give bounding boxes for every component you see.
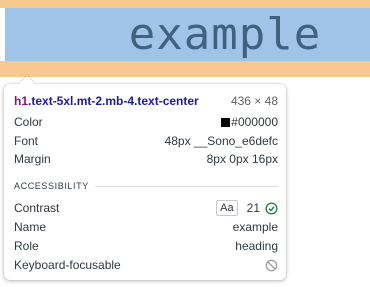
margin-highlight-top <box>0 0 370 8</box>
selector-classes: .text-5xl.mt-2.mb-4.text-center <box>28 94 199 108</box>
font-label: Font <box>14 134 39 148</box>
color-value: #000000 <box>231 115 278 129</box>
heading-element-text: example <box>128 9 322 60</box>
role-row: Role heading <box>14 238 278 254</box>
margin-value: 8px 0px 16px <box>206 152 278 166</box>
color-swatch <box>221 117 231 127</box>
tooltip-arrow <box>19 75 35 91</box>
element-dimensions: 436 × 48 <box>230 94 278 108</box>
selector-tag: h1 <box>14 94 29 108</box>
accessibility-title: ACCESSIBILITY <box>14 181 89 191</box>
margin-highlight-bottom <box>0 61 370 77</box>
margin-row: Margin 8px 0px 16px <box>14 151 278 167</box>
element-selector: h1.text-5xl.mt-2.mb-4.text-center <box>14 94 199 108</box>
contrast-value-group: Aa 21 <box>216 200 278 216</box>
keyboard-focusable-label: Keyboard-focusable <box>14 258 121 272</box>
margin-label: Margin <box>14 152 51 166</box>
font-value: 48px __Sono_e6defc <box>164 134 278 148</box>
contrast-row: Contrast Aa 21 <box>14 200 278 216</box>
name-row: Name example <box>14 219 278 235</box>
accessibility-section-header: ACCESSIBILITY <box>14 180 278 192</box>
color-value-group: #000000 <box>221 115 278 129</box>
not-allowed-icon <box>265 259 278 271</box>
contrast-label: Contrast <box>14 201 60 215</box>
inspect-tooltip: h1.text-5xl.mt-2.mb-4.text-center 436 × … <box>4 75 286 280</box>
contrast-ratio: 21 <box>246 201 260 215</box>
name-value: example <box>232 220 278 234</box>
contrast-sample-badge: Aa <box>216 200 238 216</box>
check-circle-icon <box>265 201 278 215</box>
name-label: Name <box>14 220 47 234</box>
role-label: Role <box>14 239 39 253</box>
keyboard-focusable-row: Keyboard-focusable <box>14 257 278 273</box>
color-row: Color #000000 <box>14 114 278 130</box>
role-value: heading <box>235 239 278 253</box>
section-divider <box>94 185 278 187</box>
font-row: Font 48px __Sono_e6defc <box>14 133 278 149</box>
tooltip-header: h1.text-5xl.mt-2.mb-4.text-center 436 × … <box>14 93 278 109</box>
color-label: Color <box>14 115 43 129</box>
